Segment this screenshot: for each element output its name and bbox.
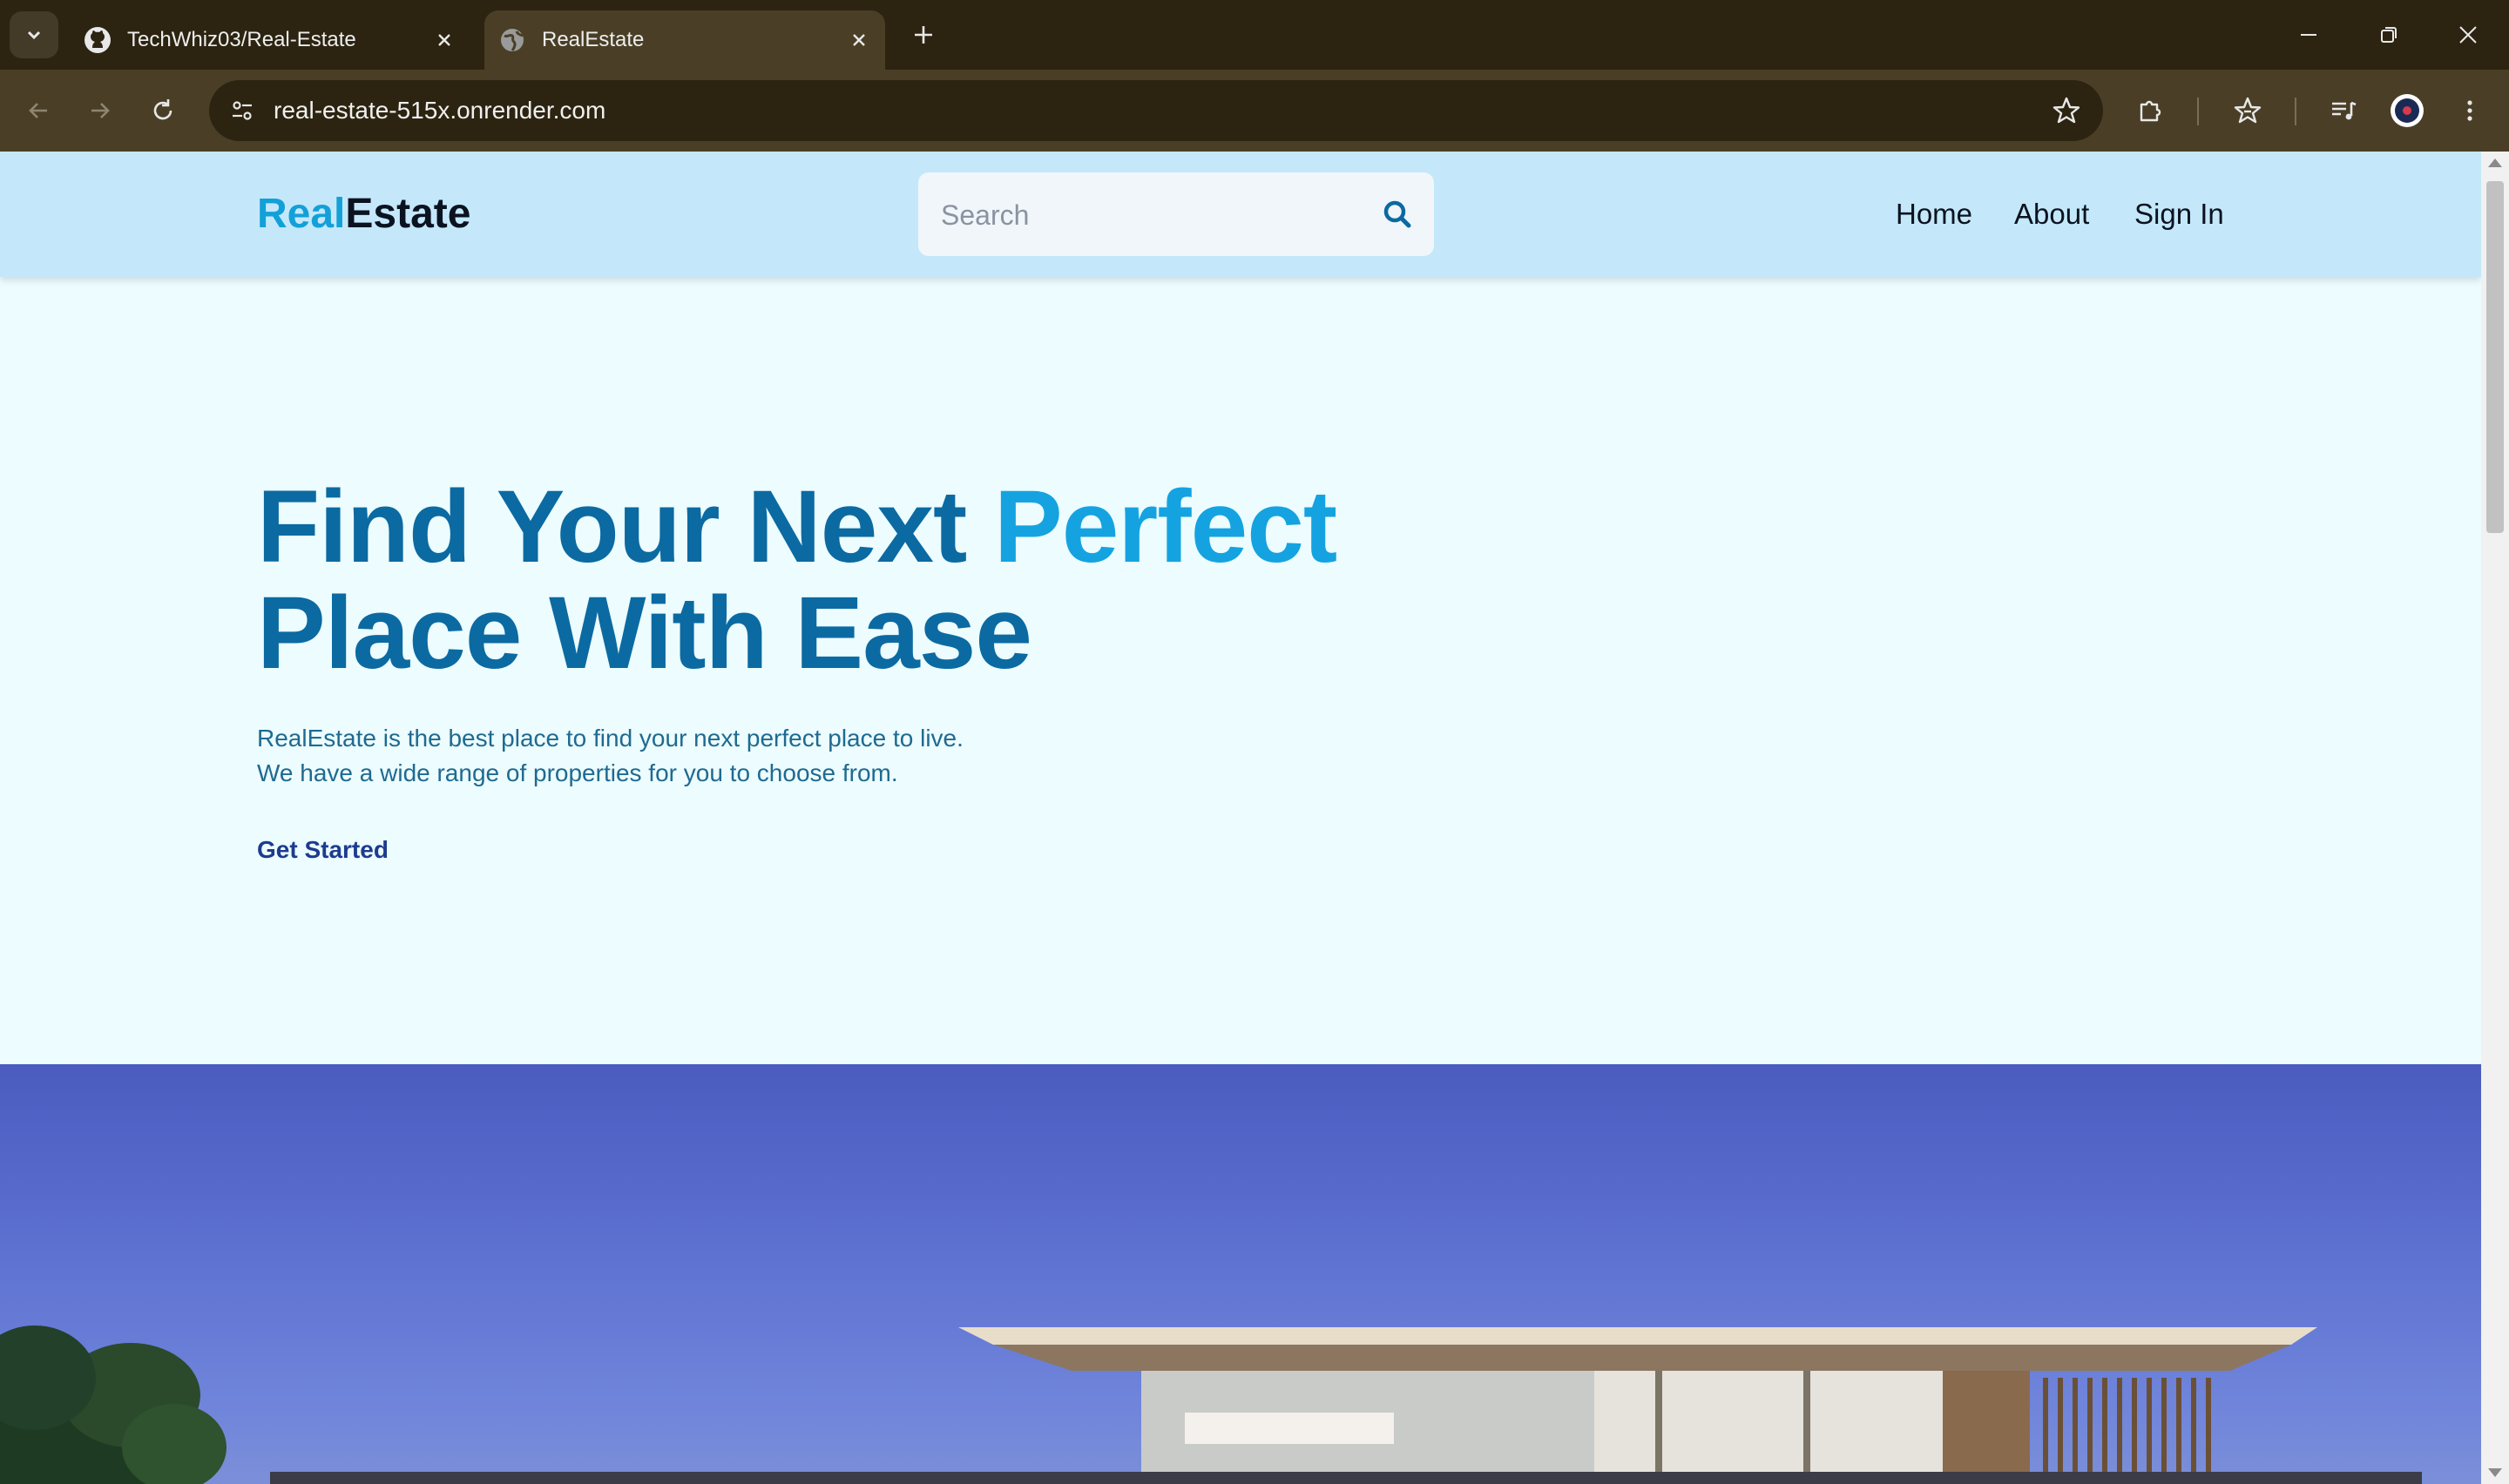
close-tab-icon[interactable] [429, 24, 460, 56]
minimize-button[interactable] [2274, 9, 2343, 61]
restore-button[interactable] [2354, 9, 2424, 61]
tree-silhouette [0, 1325, 227, 1484]
more-vertical-icon [2467, 100, 2472, 121]
media-control-button[interactable] [2322, 89, 2365, 132]
toolbar-divider [2197, 98, 2199, 125]
browser-tab-realestate[interactable]: RealEstate [484, 10, 885, 70]
scroll-thumb[interactable] [2486, 181, 2504, 533]
hero-description: RealEstate is the best place to find you… [257, 721, 1477, 791]
search-input[interactable] [939, 172, 1361, 258]
hero-title-end: Place With Ease [257, 576, 1032, 691]
forward-button[interactable] [78, 89, 122, 132]
arrow-right-icon [91, 103, 110, 118]
get-started-link[interactable]: Get Started [257, 836, 389, 864]
hero-title: Find Your Next Perfect Place With Ease [257, 474, 1564, 686]
browser-menu-button[interactable] [2448, 89, 2492, 132]
globe-icon [498, 26, 526, 54]
toolbar-divider [2295, 98, 2296, 125]
reload-icon [153, 99, 172, 120]
tab-title: RealEstate [542, 28, 645, 51]
arrow-left-icon [29, 103, 47, 118]
hero-house-image [0, 1064, 2481, 1484]
github-icon [84, 26, 112, 54]
modern-house-illustration [0, 1325, 2422, 1484]
browser-tab-github[interactable]: TechWhiz03/Real-Estate [70, 10, 470, 70]
hero-description-line: We have a wide range of properties for y… [257, 759, 898, 786]
logo-text-real: Real [257, 191, 346, 237]
tab-search-button[interactable] [10, 11, 58, 58]
nav-home-link[interactable]: Home [1896, 195, 1972, 233]
hero-description-line: RealEstate is the best place to find you… [257, 725, 964, 752]
avatar-icon [2391, 94, 2424, 127]
hero-title-accent: Perfect [994, 469, 1337, 584]
search-form [918, 172, 1434, 258]
favorites-button[interactable] [2226, 89, 2269, 132]
logo-text-estate: Estate [345, 191, 471, 237]
restore-icon [2381, 27, 2397, 43]
close-tab-icon[interactable] [843, 24, 875, 56]
site-logo[interactable]: RealEstate [257, 185, 470, 244]
chevron-down-icon [27, 30, 41, 40]
star-list-icon [2234, 97, 2262, 124]
minimize-icon [2301, 34, 2316, 36]
address-bar[interactable]: real-estate-515x.onrender.com [209, 80, 2103, 141]
site-info-icon[interactable] [221, 90, 263, 132]
playlist-icon [2332, 101, 2357, 120]
new-tab-button[interactable] [903, 17, 944, 52]
scroll-up-icon[interactable] [2488, 159, 2502, 167]
plus-icon [915, 26, 932, 44]
bookmark-star-icon[interactable] [2046, 90, 2087, 132]
profile-avatar[interactable] [2385, 89, 2429, 132]
hero-title-start: Find Your Next [257, 469, 995, 584]
close-window-button[interactable] [2433, 9, 2503, 61]
reload-button[interactable] [141, 89, 185, 132]
puzzle-icon [2140, 100, 2161, 122]
nav-about-link[interactable]: About [2014, 195, 2089, 233]
search-icon [1383, 200, 1411, 228]
tab-title: TechWhiz03/Real-Estate [127, 28, 356, 51]
page-viewport: RealEstate Home About Sign In Find Your … [0, 152, 2481, 1484]
browser-toolbar: real-estate-515x.onrender.com [0, 70, 2509, 152]
browser-tab-strip: TechWhiz03/Real-Estate RealEstate [0, 0, 2509, 70]
extensions-button[interactable] [2129, 89, 2173, 132]
back-button[interactable] [17, 89, 60, 132]
url-text[interactable]: real-estate-515x.onrender.com [274, 80, 605, 141]
search-button[interactable] [1378, 195, 1417, 233]
page-scrollbar[interactable] [2481, 152, 2509, 1484]
nav-signin-link[interactable]: Sign In [2134, 195, 2224, 233]
site-header: RealEstate Home About Sign In [0, 152, 2481, 277]
close-icon [2459, 26, 2477, 44]
scroll-down-icon[interactable] [2488, 1468, 2502, 1477]
